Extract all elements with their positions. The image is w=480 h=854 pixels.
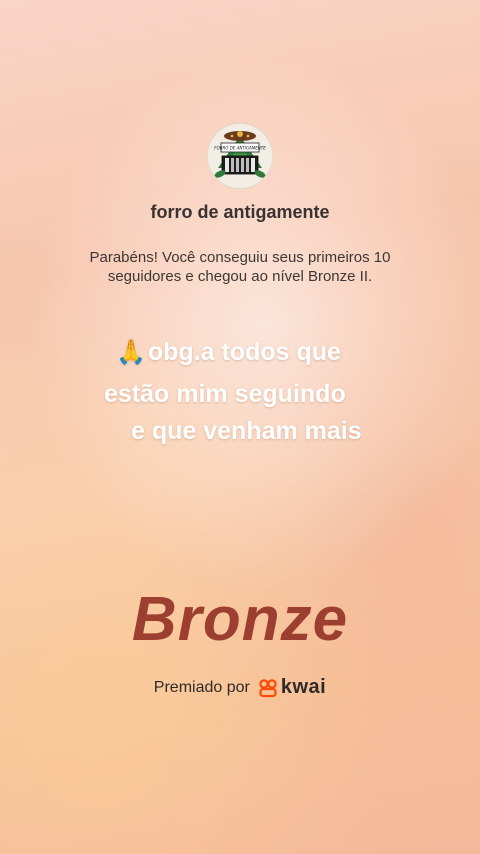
- level-badge-title: Bronze: [131, 585, 349, 654]
- praying-hands-icon: 🙏: [116, 339, 146, 366]
- awarded-by-footer: Premiado por kwai: [0, 676, 480, 699]
- level-up-message: Parabéns! Você conseguiu seus primeiros …: [89, 249, 391, 285]
- kwai-logo: kwai: [258, 676, 326, 699]
- overlay-line-1-text: obg.a todos que: [147, 338, 341, 366]
- avatar[interactable]: FORRÓ DE ANTIGAMENTE: [207, 123, 273, 189]
- kwai-wordmark: kwai: [280, 676, 327, 698]
- overlay-line-2: estão mim seguindo: [104, 380, 346, 408]
- overlay-line-3: e que venham mais: [131, 417, 362, 445]
- accordion-logo-icon: FORRÓ DE ANTIGAMENTE: [208, 124, 272, 188]
- avatar-banner-text: FORRÓ DE ANTIGAMENTE: [214, 146, 266, 151]
- overlay-line-1: 🙏obg.a todos que: [116, 338, 341, 367]
- kwai-logo-icon: [259, 678, 277, 697]
- awarded-by-label: Premiado por: [153, 678, 250, 696]
- profile-username[interactable]: forro de antigamente: [0, 202, 480, 223]
